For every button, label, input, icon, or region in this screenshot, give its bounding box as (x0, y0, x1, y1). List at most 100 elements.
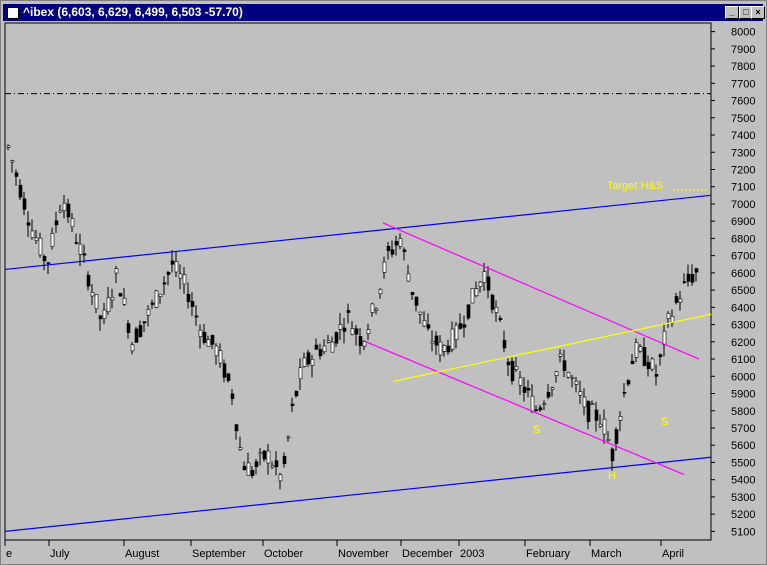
candle-body (122, 297, 127, 305)
candle-body (170, 260, 175, 265)
candle-body (70, 218, 75, 228)
candle-body (62, 202, 67, 212)
candle-body (22, 198, 27, 210)
candle-body (606, 439, 611, 441)
y-axis: 5100 5200 5300 5400 5500 5600 5700 5800 5900 6000… (711, 27, 755, 538)
candle-body (30, 230, 35, 238)
candle-body (430, 340, 435, 344)
candle-body (230, 393, 235, 399)
candle-body (462, 324, 467, 328)
x-tick-label: October (264, 548, 303, 560)
y-tick-label: 7900 (731, 44, 755, 56)
candle-body (474, 288, 479, 297)
y-tick-label: 5100 (731, 526, 755, 538)
candle-body (218, 350, 223, 364)
y-tick-label: 6400 (731, 302, 755, 314)
candle-body (238, 447, 243, 450)
y-tick-label: 7500 (731, 113, 755, 125)
candle-body (74, 242, 79, 244)
candle-body (538, 407, 543, 411)
candle-body (326, 340, 331, 343)
candle-body (406, 273, 411, 282)
candle-body (38, 237, 43, 256)
candle-body (266, 450, 271, 464)
candle-body (490, 294, 495, 310)
candle-body (442, 345, 447, 352)
candle-body (546, 391, 551, 398)
candle-body (558, 353, 563, 357)
candle-body (142, 321, 147, 324)
candle-body (482, 271, 487, 283)
y-tick-label: 7000 (731, 199, 755, 211)
candle-body (526, 388, 531, 391)
candle-body (98, 315, 103, 320)
candle-body (366, 329, 371, 335)
candle-body (618, 416, 623, 421)
candle-body (178, 273, 183, 279)
candle-body (134, 328, 139, 343)
y-tick-label: 6000 (731, 371, 755, 383)
candle-body (290, 403, 295, 407)
y-tick-label: 5800 (731, 406, 755, 418)
candle-body (330, 341, 335, 353)
candle-body (434, 335, 439, 346)
y-tick-label: 7400 (731, 130, 755, 142)
y-tick-label: 7100 (731, 182, 755, 194)
candle-body (102, 309, 107, 319)
candle-body (686, 273, 691, 282)
candle-body (10, 160, 15, 163)
y-tick-label: 6500 (731, 285, 755, 297)
candle-body (418, 311, 423, 315)
candle-body (690, 274, 695, 283)
chart-window: ^ibex (6,603, 6,629, 6,499, 6,503 -57.70… (0, 0, 767, 565)
y-tick-label: 6600 (731, 268, 755, 280)
y-tick-label: 7700 (731, 78, 755, 90)
candle-body (630, 360, 635, 365)
candle-body (598, 423, 603, 427)
candle-body (522, 386, 527, 393)
candle-body (654, 374, 659, 377)
candle-body (298, 367, 303, 380)
candle-body (638, 346, 643, 352)
y-tick-label: 6800 (731, 233, 755, 245)
candle-body (642, 346, 647, 366)
y-tick-label: 6300 (731, 320, 755, 332)
candle-body (574, 380, 579, 385)
candle-body (514, 365, 519, 370)
x-tick-label: February (526, 548, 571, 560)
candle-body (58, 209, 63, 213)
candle-body (506, 361, 511, 366)
candle-body (114, 268, 119, 274)
x-tick-label: September (192, 548, 246, 560)
candle-body (194, 315, 199, 318)
candle-body (446, 345, 451, 353)
candle-body (582, 396, 587, 408)
candle-body (198, 329, 203, 338)
candle-body (466, 304, 471, 319)
candle-body (146, 309, 151, 316)
candle-body (590, 403, 595, 405)
candle-body (542, 403, 547, 406)
candle-body (78, 243, 83, 255)
candle-body (262, 450, 267, 460)
candle-body (250, 470, 255, 476)
candle-body (450, 328, 455, 350)
candle-body (138, 325, 143, 337)
candle-body (118, 293, 123, 297)
candle-body (634, 342, 639, 358)
y-tick-label: 6100 (731, 354, 755, 366)
candle-body (426, 324, 431, 329)
candle-body (410, 291, 415, 295)
x-tick-label: August (125, 548, 159, 560)
candle-body (518, 377, 523, 386)
candle-body (302, 357, 307, 367)
candle-body (282, 456, 287, 464)
candle-body (586, 401, 591, 422)
candle-body (562, 360, 567, 371)
candle-body (394, 241, 399, 246)
candle-body (278, 474, 283, 482)
candle-body (402, 249, 407, 252)
candle-body (274, 460, 279, 468)
y-tick-label: 6900 (731, 216, 755, 228)
candle-body (86, 274, 91, 287)
